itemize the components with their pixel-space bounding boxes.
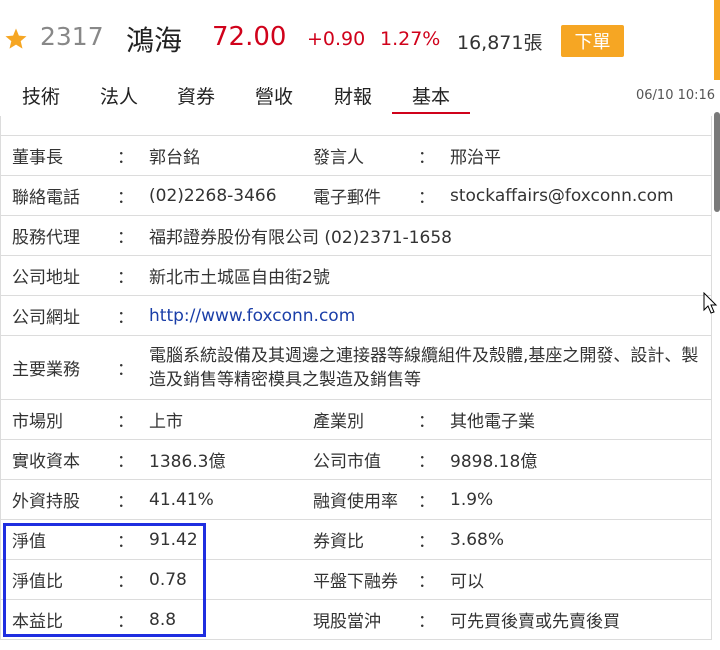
separator: ： bbox=[117, 188, 134, 208]
separator: ： bbox=[418, 412, 435, 432]
separator: ： bbox=[418, 492, 435, 512]
address-label: 公司地址 bbox=[12, 268, 80, 288]
update-timestamp: 06/10 10:16 bbox=[636, 88, 716, 103]
separator: ： bbox=[418, 612, 435, 632]
order-button[interactable]: 下單 bbox=[561, 25, 624, 57]
chairman-value: 郭台銘 bbox=[149, 148, 200, 168]
table-row: 市場別 ： 上市 產業別 ： 其他電子業 bbox=[0, 400, 712, 440]
separator: ： bbox=[117, 148, 134, 168]
tab-basic[interactable]: 基本 bbox=[412, 82, 450, 109]
separator: ： bbox=[117, 412, 134, 432]
phone-value: (02)2268-3466 bbox=[149, 185, 277, 206]
mouse-cursor-icon bbox=[703, 292, 718, 314]
tab-revenue[interactable]: 營收 bbox=[255, 82, 293, 109]
margin-usage-label: 融資使用率 bbox=[313, 492, 398, 512]
tab-institutional[interactable]: 法人 bbox=[100, 82, 138, 109]
stock-code: 2317 bbox=[40, 22, 104, 51]
website-link[interactable]: http://www.foxconn.com bbox=[149, 296, 355, 335]
margin-usage-value: 1.9% bbox=[450, 489, 494, 510]
price-change: +0.90 bbox=[307, 28, 366, 50]
stock-price: 72.00 bbox=[212, 22, 287, 52]
table-row: 公司網址 ： http://www.foxconn.com bbox=[0, 296, 712, 336]
highlight-box bbox=[3, 523, 206, 637]
tab-financials[interactable]: 財報 bbox=[334, 82, 372, 109]
day-trade-value: 可先買後賣或先賣後買 bbox=[450, 612, 620, 632]
market-label: 市場別 bbox=[12, 412, 63, 432]
industry-label: 產業別 bbox=[313, 412, 364, 432]
market-cap-value: 9898.18億 bbox=[450, 452, 538, 472]
separator: ： bbox=[418, 532, 435, 552]
table-row-partial bbox=[0, 116, 712, 136]
industry-value: 其他電子業 bbox=[450, 412, 535, 432]
table-row: 董事長 ： 郭台銘 發言人 ： 邢治平 bbox=[0, 136, 712, 176]
scrollbar-thumb[interactable] bbox=[714, 112, 720, 212]
short-ratio-value: 3.68% bbox=[450, 529, 505, 550]
stock-header: 2317 鴻海 72.00 +0.90 1.27% 16,871張 下單 bbox=[0, 0, 720, 78]
market-cap-label: 公司市值 bbox=[313, 452, 381, 472]
separator: ： bbox=[117, 452, 134, 472]
separator: ： bbox=[117, 308, 134, 328]
short-ratio-label: 券資比 bbox=[313, 532, 364, 552]
day-trade-label: 現股當沖 bbox=[313, 612, 381, 632]
separator: ： bbox=[117, 228, 134, 248]
stock-name: 鴻海 bbox=[126, 24, 183, 57]
table-row: 外資持股 ： 41.41% 融資使用率 ： 1.9% bbox=[0, 480, 712, 520]
email-label: 電子郵件 bbox=[313, 188, 381, 208]
active-tab-indicator bbox=[392, 112, 470, 114]
table-row: 股務代理 ： 福邦證券股份有限公司 (02)2371-1658 bbox=[0, 216, 712, 256]
separator: ： bbox=[418, 452, 435, 472]
business-label: 主要業務 bbox=[12, 360, 80, 380]
table-row: 公司地址 ： 新北市土城區自由街2號 bbox=[0, 256, 712, 296]
tab-technical[interactable]: 技術 bbox=[22, 82, 60, 109]
separator: ： bbox=[117, 492, 134, 512]
separator: ： bbox=[418, 148, 435, 168]
separator: ： bbox=[117, 268, 134, 288]
trade-volume: 16,871張 bbox=[457, 32, 543, 54]
spokesperson-label: 發言人 bbox=[313, 148, 364, 168]
email-value: stockaffairs@foxconn.com bbox=[450, 185, 674, 206]
separator: ： bbox=[418, 572, 435, 592]
capital-label: 實收資本 bbox=[12, 452, 80, 472]
table-row: 實收資本 ： 1386.3億 公司市值 ： 9898.18億 bbox=[0, 440, 712, 480]
short-below-flat-label: 平盤下融券 bbox=[313, 572, 398, 592]
capital-value: 1386.3億 bbox=[149, 452, 226, 472]
market-value: 上市 bbox=[149, 412, 183, 432]
phone-label: 聯絡電話 bbox=[12, 188, 80, 208]
address-value: 新北市土城區自由街2號 bbox=[149, 268, 330, 288]
stock-agent-value: 福邦證券股份有限公司 (02)2371-1658 bbox=[149, 228, 452, 248]
website-label: 公司網址 bbox=[12, 308, 80, 328]
tab-bar: 技術 法人 資券 營收 財報 基本 06/10 10:16 bbox=[0, 78, 720, 114]
stock-agent-label: 股務代理 bbox=[12, 228, 80, 248]
tab-margin[interactable]: 資券 bbox=[177, 82, 215, 109]
price-change-percent: 1.27% bbox=[380, 28, 441, 50]
table-row: 主要業務 ： 電腦系統設備及其週邊之連接器等線纜組件及殼體,基座之開發、設計、製… bbox=[0, 336, 712, 400]
chairman-label: 董事長 bbox=[12, 148, 63, 168]
side-accent-bar bbox=[714, 0, 720, 80]
table-row: 聯絡電話 ： (02)2268-3466 電子郵件 ： stockaffairs… bbox=[0, 176, 712, 216]
separator: ： bbox=[117, 360, 134, 380]
short-below-flat-value: 可以 bbox=[450, 572, 484, 592]
foreign-holding-label: 外資持股 bbox=[12, 492, 80, 512]
foreign-holding-value: 41.41% bbox=[149, 489, 214, 510]
separator: ： bbox=[418, 188, 435, 208]
business-value: 電腦系統設備及其週邊之連接器等線纜組件及殼體,基座之開發、設計、製造及銷售等精密… bbox=[149, 345, 699, 390]
star-icon[interactable] bbox=[4, 27, 28, 51]
spokesperson-value: 邢治平 bbox=[450, 148, 501, 168]
